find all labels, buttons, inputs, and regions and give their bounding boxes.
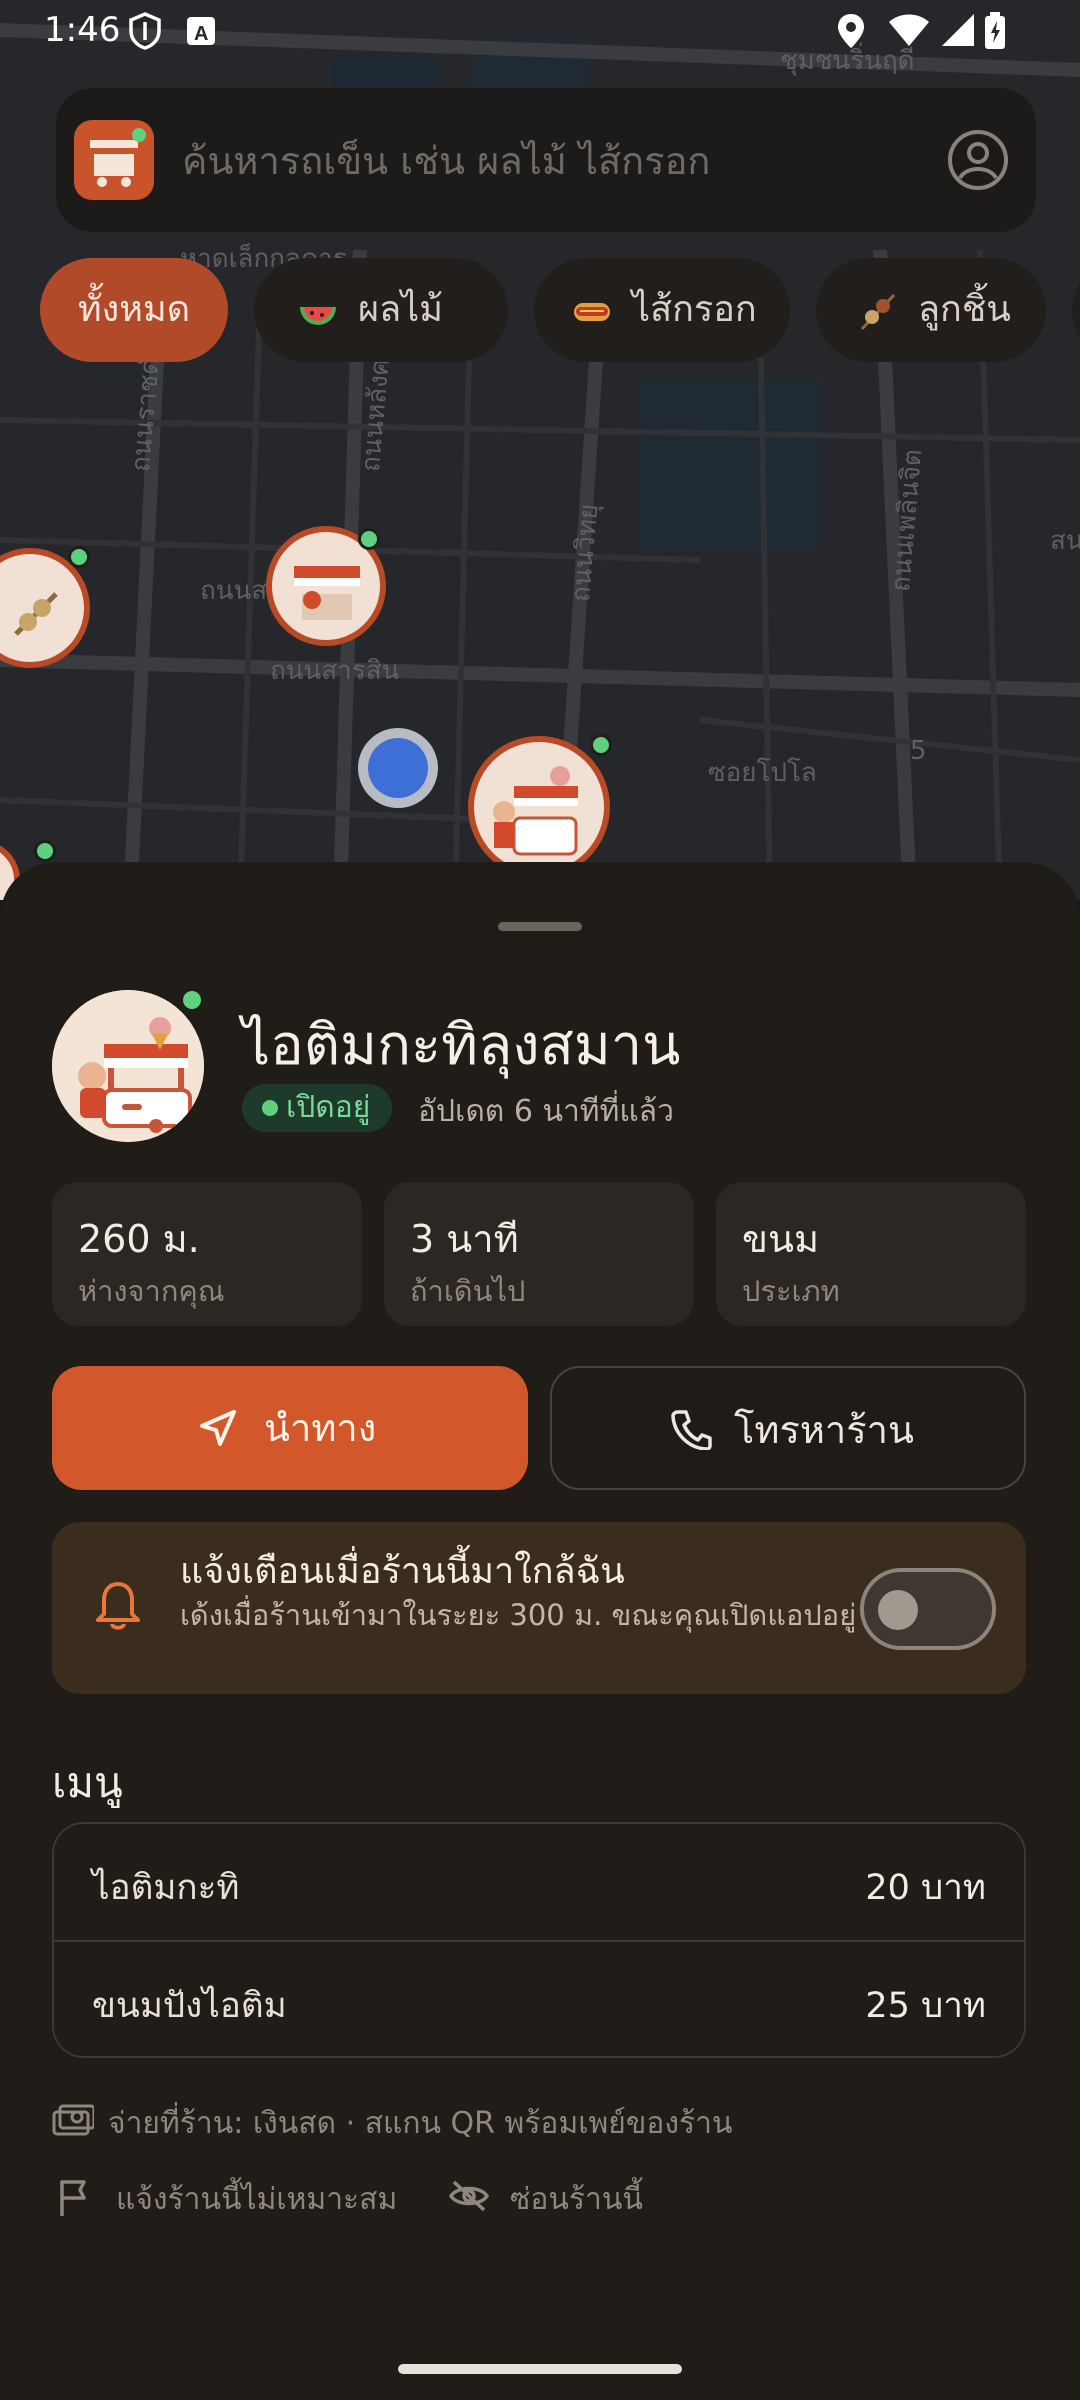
stat-label: ถ้าเดินไป xyxy=(410,1274,526,1308)
toggle-knob xyxy=(878,1590,918,1630)
status-time: 1:46 xyxy=(44,10,121,50)
open-indicator xyxy=(68,546,90,568)
shop-bottom-sheet: ไอติมกะทิลุงสมาน เปิดอยู่ อัปเดต 6 นาทีท… xyxy=(0,862,1080,2400)
menu-item[interactable]: ขนมปังไอติม 25 บาท xyxy=(54,1942,1024,2058)
report-label: แจ้งร้านนี้ไม่เหมาะสม xyxy=(116,2182,398,2217)
gesture-home-bar[interactable] xyxy=(398,2364,682,2374)
meatball-skewer-icon xyxy=(860,293,896,331)
wifi-icon xyxy=(889,14,929,46)
shop-name: ไอติมกะทิลุงสมาน xyxy=(242,1013,681,1078)
cash-icon xyxy=(52,2104,94,2136)
alert-title: แจ้งเตือนเมื่อร้านนี้มาใกล้ฉัน xyxy=(180,1551,625,1592)
navigation-arrow-icon xyxy=(200,1410,236,1446)
stat-walk-time: 3 นาที ถ้าเดินไป xyxy=(384,1182,694,1326)
font-a-icon: A xyxy=(187,17,215,45)
menu-item-name: ขนมปังไอติม xyxy=(92,1986,287,2026)
stat-category: ขนม ประเภท xyxy=(716,1182,1026,1326)
menu-item-price: 20 บาท xyxy=(865,1868,986,1908)
chip-all[interactable]: ทั้งหมด xyxy=(40,258,228,362)
phone-icon xyxy=(671,1410,712,1450)
menu-item-price: 25 บาท xyxy=(865,1986,986,2026)
hotdog-icon xyxy=(574,303,610,321)
map-label: ถนนสารสิน xyxy=(270,656,400,686)
menu-item[interactable]: ไอติมกะทิ 20 บาท xyxy=(54,1824,1024,1940)
app-logo-dot xyxy=(132,128,146,142)
svg-text:A: A xyxy=(194,23,208,45)
chip-fruit[interactable]: ผลไม้ xyxy=(254,258,508,362)
search-bar[interactable]: ค้นหารถเข็น เช่น ผลไม้ ไส้กรอก xyxy=(56,88,1036,232)
stat-label: ประเภท xyxy=(742,1274,840,1308)
updated-time: อัปเดต 6 นาทีที่แล้ว xyxy=(418,1094,674,1129)
map-label: ซอยโปโล xyxy=(708,758,817,788)
user-location-icon xyxy=(358,728,438,808)
chip-label: ผลไม้ xyxy=(358,289,443,330)
open-indicator xyxy=(180,988,204,1012)
alert-description: เด้งเมื่อร้านเข้ามาในระยะ 300 ม. ขณะคุณเ… xyxy=(180,1598,857,1632)
stat-value: 3 นาที xyxy=(410,1217,519,1261)
map-view[interactable]: ชุมชนริ่นฤดี หาดเล็กกุลคาร ถนนราชดำริ ถน… xyxy=(0,0,1080,900)
shield-icon xyxy=(129,12,161,50)
open-indicator xyxy=(590,734,612,756)
stat-distance: 260 ม. ห่างจากคุณ xyxy=(52,1182,362,1326)
payment-text: จ่ายที่ร้าน: เงินสด · สแกน QR พร้อมเพย์ข… xyxy=(108,2106,733,2141)
eye-off-icon xyxy=(448,2180,490,2212)
hide-label: ซ่อนร้านนี้ xyxy=(510,2182,643,2217)
ice-cream-cart-icon xyxy=(52,990,204,1142)
stat-value: 260 ม. xyxy=(78,1217,200,1261)
call-shop-button[interactable]: โทรหาร้าน xyxy=(550,1366,1026,1490)
stat-value: ขนม xyxy=(742,1217,820,1261)
navigate-label: นำทาง xyxy=(264,1406,377,1450)
watermelon-icon xyxy=(300,307,336,325)
status-badge: เปิดอยู่ xyxy=(242,1084,393,1132)
stat-label: ห่างจากคุณ xyxy=(78,1274,225,1308)
cell-signal-icon xyxy=(942,14,974,46)
map-label: ถนนวิทยุ xyxy=(565,502,605,604)
map-label: 5 xyxy=(910,736,927,766)
status-bar: 1:46 A xyxy=(0,0,1080,64)
proximity-alert-card: แจ้งเตือนเมื่อร้านนี้มาใกล้ฉัน เด้งเมื่อ… xyxy=(52,1522,1026,1694)
chip-label: ไส้กรอก xyxy=(632,289,757,330)
location-pin-icon xyxy=(838,14,864,48)
navigate-button[interactable]: นำทาง xyxy=(52,1366,528,1490)
chip-label: ทั้งหมด xyxy=(77,289,191,330)
app-logo-icon xyxy=(74,120,154,200)
alert-toggle[interactable] xyxy=(860,1568,996,1650)
menu-heading: เมนู xyxy=(52,1758,123,1807)
drag-handle[interactable] xyxy=(498,922,582,931)
shop-avatar xyxy=(52,990,204,1142)
vendor-marker-selected[interactable] xyxy=(468,736,610,878)
open-indicator xyxy=(358,528,380,550)
map-label: สน xyxy=(1050,526,1080,556)
ice-cream-cart-icon xyxy=(493,766,578,856)
menu-item-name: ไอติมกะทิ xyxy=(92,1868,240,1908)
chip-label: ลูกชิ้น xyxy=(918,289,1011,330)
skewer-icon xyxy=(14,592,58,636)
battery-icon xyxy=(985,12,1005,49)
search-input[interactable]: ค้นหารถเข็น เช่น ผลไม้ ไส้กรอก xyxy=(182,130,710,191)
menu-list: ไอติมกะทิ 20 บาท ขนมปังไอติม 25 บาท xyxy=(52,1822,1026,2058)
flag-icon xyxy=(60,2180,86,2216)
open-indicator xyxy=(34,840,56,862)
bell-icon xyxy=(96,1582,140,1630)
call-label: โทรหาร้าน xyxy=(734,1408,914,1452)
chip-sausage[interactable]: ไส้กรอก xyxy=(534,258,790,362)
chip-meatball[interactable]: ลูกชิ้น xyxy=(816,258,1046,362)
account-icon[interactable] xyxy=(946,128,1010,192)
